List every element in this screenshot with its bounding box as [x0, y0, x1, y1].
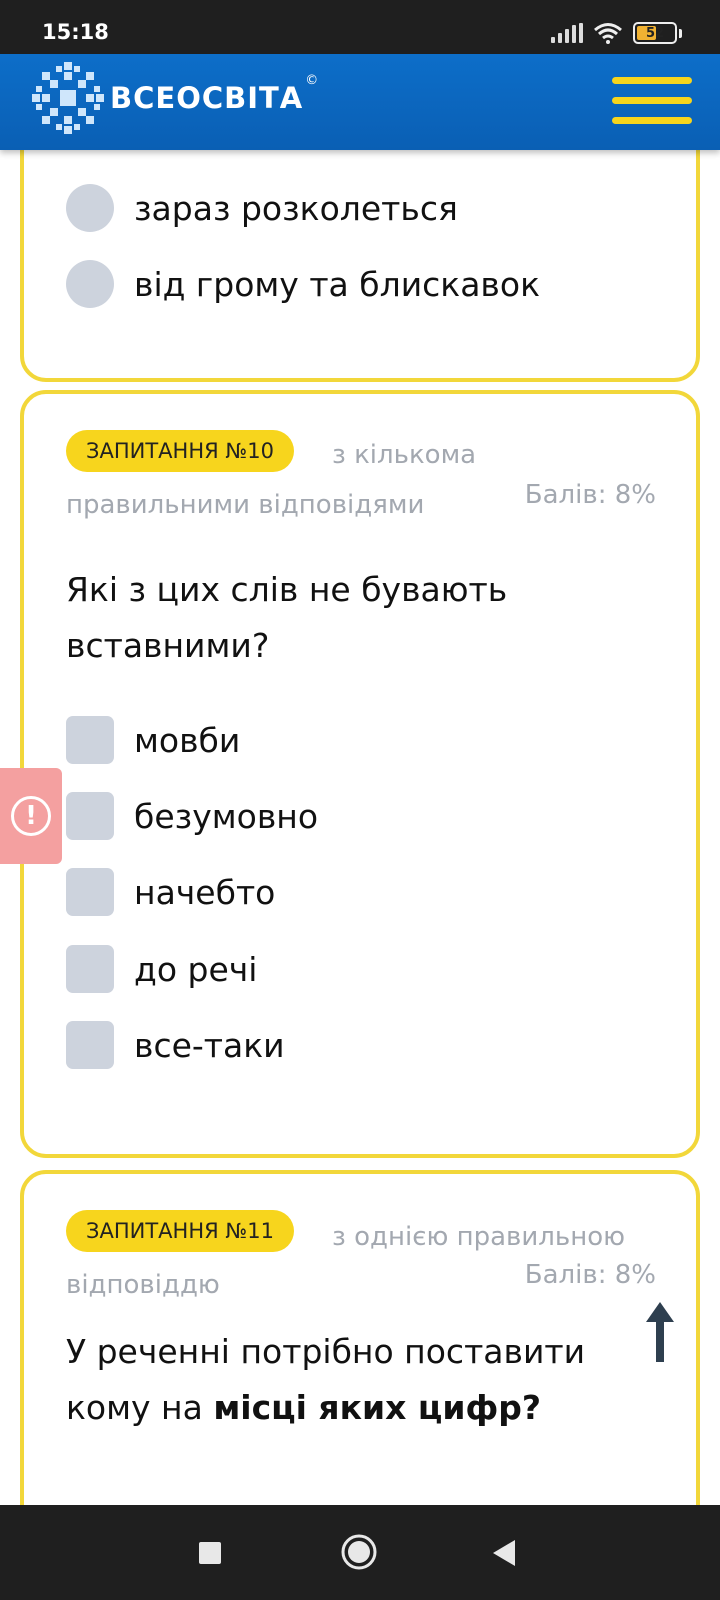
question-number-badge: ЗАПИТАННЯ №11 — [66, 1210, 294, 1252]
exclamation-icon: ! — [11, 796, 51, 836]
answer-option[interactable]: безумовно — [66, 792, 318, 840]
answer-option[interactable]: від грому та блискавок — [66, 260, 540, 308]
circle-icon[interactable] — [340, 1533, 378, 1571]
question-type: з кількома — [332, 440, 477, 470]
status-time: 15:18 — [42, 20, 109, 44]
status-bar: 15:18 52 — [0, 0, 720, 54]
snowflake-logo-icon — [32, 62, 104, 134]
system-nav-bar — [0, 1505, 720, 1600]
question-type-continued: відповіддю — [66, 1270, 220, 1300]
answer-option[interactable]: начебто — [66, 868, 275, 916]
radio-icon[interactable] — [66, 184, 114, 232]
question-text: Які з цих слів не бувають вставними? — [66, 570, 508, 665]
hamburger-icon — [612, 77, 692, 84]
answer-option[interactable]: мовби — [66, 716, 240, 764]
logo-copyright: © — [305, 72, 319, 88]
points-label: Балів: 8% — [524, 480, 656, 510]
status-icons: 52 — [551, 22, 682, 44]
question-type-continued: правильними відповідями — [66, 490, 425, 520]
question-card-previous: зараз розколеться від грому та блискавок — [20, 110, 700, 382]
checkbox-icon[interactable] — [66, 1021, 114, 1069]
checkbox-icon[interactable] — [66, 792, 114, 840]
question-number-badge: ЗАПИТАННЯ №10 — [66, 430, 294, 472]
logo[interactable]: ВСЕОСВІТА © — [30, 60, 318, 136]
points-label: Балів: 8% — [524, 1260, 656, 1290]
checkbox-icon[interactable] — [66, 945, 114, 993]
checkbox-icon[interactable] — [66, 716, 114, 764]
answer-option[interactable]: до речі — [66, 945, 257, 993]
option-label: від грому та блискавок — [134, 264, 541, 304]
option-label: безумовно — [134, 796, 319, 836]
answer-option[interactable]: все-таки — [66, 1021, 285, 1069]
app-header: ВСЕОСВІТА © — [0, 54, 720, 150]
arrow-up-icon[interactable] — [644, 1300, 676, 1364]
option-label: мовби — [134, 720, 241, 760]
battery-icon: 52 — [633, 22, 677, 44]
option-label: зараз розколеться — [134, 188, 458, 228]
wifi-icon — [594, 23, 622, 44]
hamburger-menu-button[interactable] — [612, 77, 692, 129]
option-label: до речі — [134, 949, 258, 989]
square-icon[interactable] — [198, 1541, 222, 1565]
back-triangle-icon[interactable] — [492, 1539, 516, 1567]
question-type: з однією правильною — [332, 1222, 626, 1252]
logo-text: ВСЕОСВІТА — [110, 81, 304, 115]
radio-icon[interactable] — [66, 260, 114, 308]
option-label: начебто — [134, 872, 276, 912]
battery-level: 52 — [645, 25, 665, 41]
signal-icon — [551, 23, 583, 43]
option-label: все-таки — [134, 1025, 285, 1065]
answer-option[interactable]: зараз розколеться — [66, 184, 458, 232]
checkbox-icon[interactable] — [66, 868, 114, 916]
report-issue-button[interactable]: ! — [0, 768, 62, 864]
question-text: У реченні потрібно поставити кому на міс… — [66, 1332, 586, 1427]
question-card-10: ЗАПИТАННЯ №10 з кількома правильними від… — [20, 390, 700, 1158]
